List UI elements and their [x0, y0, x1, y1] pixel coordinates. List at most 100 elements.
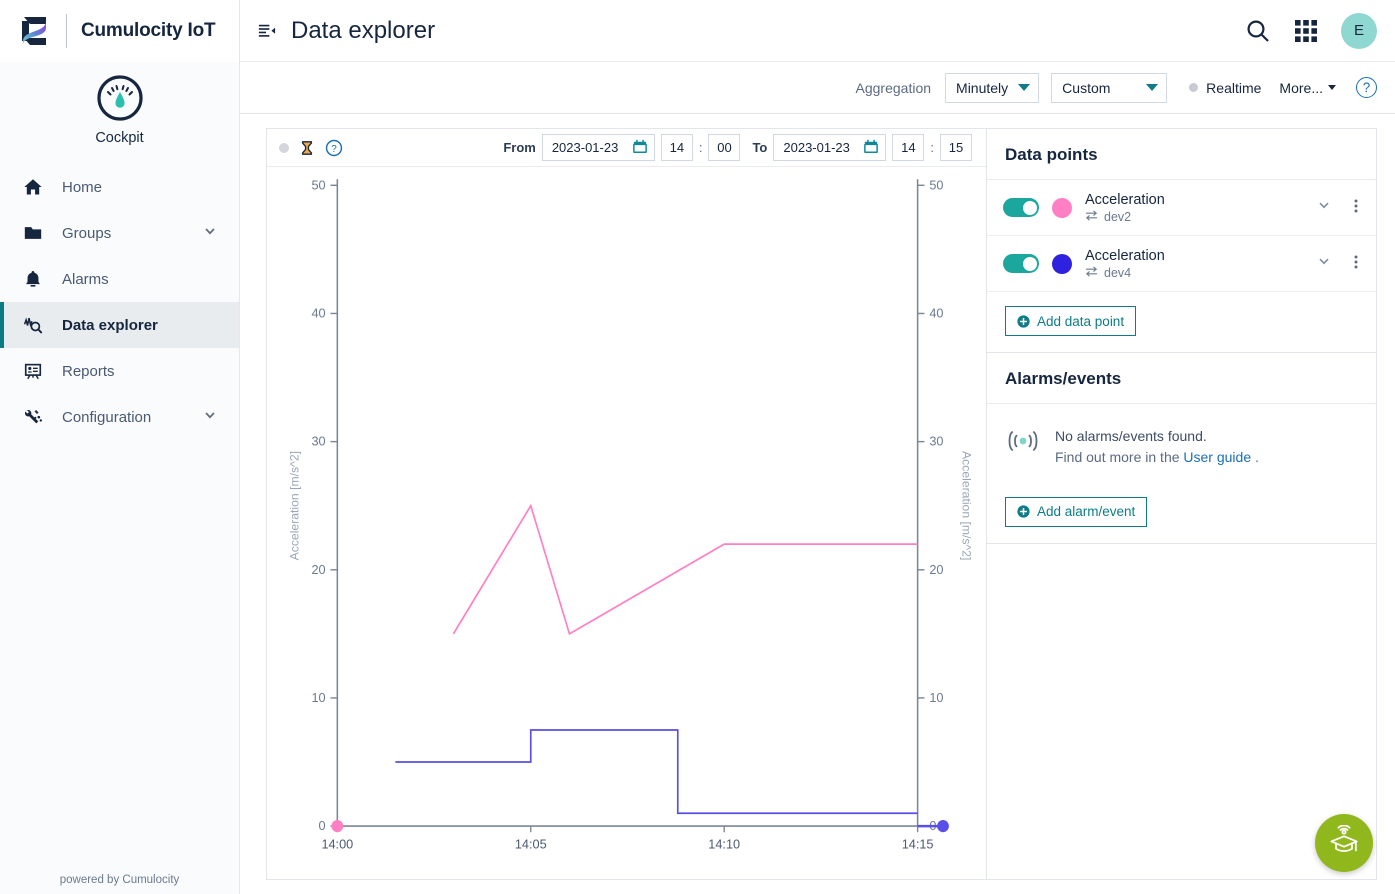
alarms-empty-title: No alarms/events found.: [1055, 428, 1207, 445]
chevron-down-icon[interactable]: [1311, 198, 1337, 217]
sidebar-item-groups[interactable]: Groups: [0, 210, 239, 256]
folder-icon: [22, 222, 44, 244]
realtime-status-dot: [1189, 83, 1199, 92]
idle-dot: [279, 142, 289, 153]
chart-svg[interactable]: 001010202030304040505014:0014:0514:1014:…: [267, 167, 986, 879]
search-icon[interactable]: [1245, 18, 1271, 44]
series-color-dot[interactable]: [1052, 197, 1072, 218]
to-date-input[interactable]: 2023-01-23: [773, 134, 887, 161]
svg-text:50: 50: [929, 177, 943, 192]
svg-text:0: 0: [319, 818, 326, 833]
chart-plot[interactable]: 001010202030304040505014:0014:0514:1014:…: [267, 167, 986, 879]
data-explorer-icon: [22, 314, 44, 336]
configuration-icon: [22, 406, 44, 428]
sidebar-item-alarms[interactable]: Alarms: [0, 256, 239, 302]
brand-divider: [66, 13, 67, 48]
sidebar-item-home[interactable]: Home: [0, 164, 239, 210]
more-button[interactable]: More...: [1279, 80, 1336, 96]
realtime-label: Realtime: [1206, 79, 1262, 96]
chevron-down-icon[interactable]: [1311, 254, 1337, 273]
data-point-device: dev4: [1085, 266, 1298, 280]
data-point-name: Acceleration: [1085, 248, 1165, 265]
data-point-toggle[interactable]: [1003, 254, 1039, 274]
svg-text:50: 50: [311, 177, 325, 192]
from-date-value: 2023-01-23: [551, 140, 619, 155]
sidebar-item-data-explorer[interactable]: Data explorer: [0, 302, 239, 348]
add-alarm-event-row: Add alarm/event: [987, 482, 1376, 543]
from-hour-input[interactable]: 14: [660, 134, 693, 161]
add-alarm-event-label: Add alarm/event: [1037, 504, 1136, 520]
to-hour-input[interactable]: 14: [892, 134, 925, 161]
help-circle-icon[interactable]: ?: [1356, 77, 1377, 98]
hourglass-icon[interactable]: [299, 140, 315, 156]
chart-panel: ? From 2023-01-23 14: 00 To 2023-01-23 …: [266, 128, 987, 880]
page-title-wrap: Data explorer: [256, 17, 435, 45]
to-label: To: [752, 140, 768, 155]
more-label: More...: [1279, 79, 1323, 96]
svg-text:Acceleration [m/s^2]: Acceleration [m/s^2]: [287, 451, 301, 560]
from-date-input[interactable]: 2023-01-23: [541, 134, 655, 161]
device-name: dev4: [1104, 266, 1132, 281]
alarms-hint-suffix: .: [1255, 448, 1259, 465]
sidebar-item-label: Configuration: [62, 408, 152, 426]
cumulocity-logo-icon: [16, 11, 54, 51]
academy-fab-button[interactable]: [1315, 814, 1373, 872]
sidebar-item-label: Groups: [62, 224, 112, 242]
aggregation-value: Minutely: [956, 79, 1009, 96]
data-point-row[interactable]: Acceleration dev2: [987, 180, 1376, 237]
user-guide-link[interactable]: User guide: [1183, 449, 1251, 465]
sidebar: Cumulocity IoT Cockpit Home Groups Alarm…: [0, 0, 240, 894]
svg-text:10: 10: [311, 690, 325, 705]
data-point-toggle[interactable]: [1003, 198, 1039, 218]
academy-graduation-cap-icon: [1328, 824, 1360, 862]
app-switcher-grid-icon[interactable]: [1293, 18, 1319, 44]
plus-circle-icon: [1017, 315, 1030, 328]
svg-text:Acceleration [m/s^2]: Acceleration [m/s^2]: [960, 451, 974, 560]
add-data-point-label: Add data point: [1037, 313, 1125, 329]
time-range-select[interactable]: Custom: [1051, 72, 1168, 103]
svg-text:14:10: 14:10: [708, 836, 740, 851]
svg-text:20: 20: [311, 562, 325, 577]
from-minute-input[interactable]: 00: [708, 134, 741, 161]
alarms-events-title: Alarms/events: [987, 353, 1376, 405]
avatar[interactable]: E: [1341, 12, 1377, 49]
svg-text:?: ?: [331, 143, 337, 154]
svg-text:14:05: 14:05: [515, 836, 547, 851]
gauge-icon: [94, 72, 146, 124]
data-points-section: Data points Acceleration dev2 Accelerati…: [987, 129, 1376, 354]
sidebar-item-label: Reports: [62, 362, 115, 380]
collapse-menu-icon[interactable]: [256, 20, 277, 41]
chevron-down-icon[interactable]: [203, 408, 217, 426]
signal-waves-icon: [1005, 426, 1041, 461]
add-alarm-event-button[interactable]: Add alarm/event: [1005, 496, 1148, 527]
help-circle-icon[interactable]: ?: [325, 139, 343, 157]
chevron-down-icon[interactable]: [203, 224, 217, 242]
data-point-row[interactable]: Acceleration dev4: [987, 236, 1376, 293]
realtime-toggle[interactable]: Realtime: [1189, 80, 1261, 96]
series-color-dot[interactable]: [1052, 253, 1072, 274]
alarms-empty-text: No alarms/events found. Find out more in…: [1055, 426, 1259, 467]
data-points-title: Data points: [987, 129, 1376, 180]
bell-icon: [22, 268, 44, 290]
alarms-empty-hint: Find out more in the User guide .: [1055, 447, 1259, 467]
kebab-menu-icon[interactable]: [1350, 198, 1362, 217]
calendar-icon[interactable]: [864, 139, 879, 157]
sidebar-item-label: Data explorer: [62, 316, 158, 334]
sidebar-item-configuration[interactable]: Configuration: [0, 394, 239, 440]
data-point-name: Acceleration: [1085, 192, 1165, 208]
date-range-controls: From 2023-01-23 14: 00 To 2023-01-23 14…: [503, 134, 972, 161]
time-range-value: Custom: [1062, 79, 1111, 96]
chevron-down-icon: [1018, 84, 1031, 91]
data-point-meta: Acceleration dev4: [1085, 247, 1298, 280]
sidebar-item-reports[interactable]: Reports: [0, 348, 239, 394]
app-badge-label: Cockpit: [95, 130, 144, 146]
to-minute-input[interactable]: 15: [940, 134, 972, 161]
aggregation-select[interactable]: Minutely: [945, 72, 1040, 103]
calendar-icon[interactable]: [632, 139, 647, 157]
add-data-point-button[interactable]: Add data point: [1005, 306, 1137, 337]
kebab-menu-icon[interactable]: [1350, 254, 1362, 273]
device-transfer-icon: [1085, 210, 1098, 224]
chart-toolbar: ? From 2023-01-23 14: 00 To 2023-01-23 …: [267, 129, 986, 167]
app-badge[interactable]: Cockpit: [0, 62, 239, 160]
content-area: ? From 2023-01-23 14: 00 To 2023-01-23 …: [240, 114, 1395, 894]
